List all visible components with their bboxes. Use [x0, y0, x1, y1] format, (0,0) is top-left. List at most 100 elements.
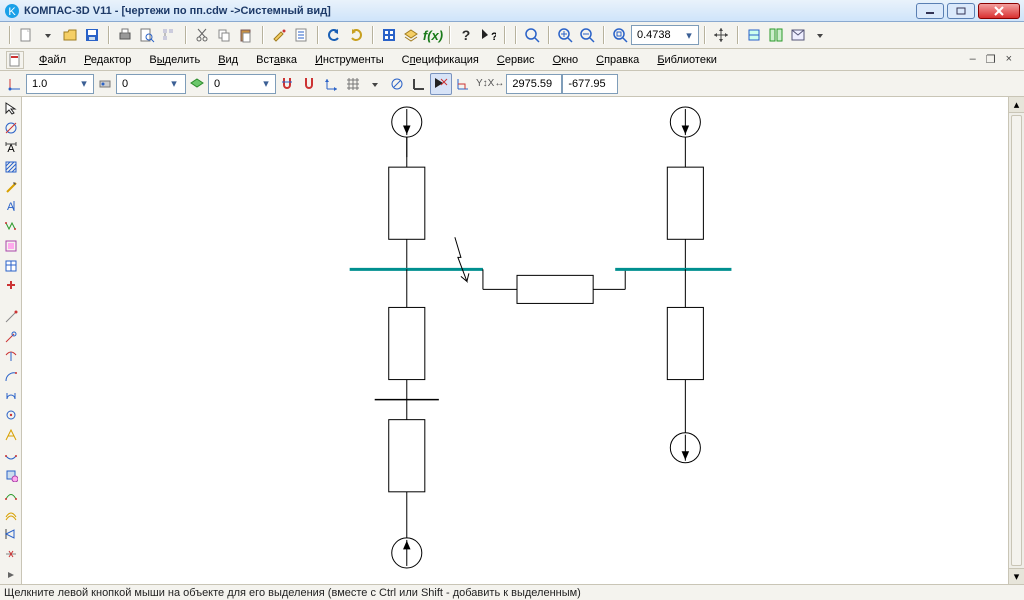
view-dropdown[interactable]	[809, 24, 831, 46]
zoom-dropdown-icon[interactable]: ▾	[683, 29, 695, 42]
scroll-up-button[interactable]: ▴	[1009, 97, 1024, 113]
region-icon[interactable]	[2, 466, 20, 484]
menu-help[interactable]: Справка	[587, 51, 648, 69]
mdi-close-button[interactable]: ×	[1006, 53, 1012, 66]
text-icon[interactable]	[2, 178, 20, 196]
library-manager-button[interactable]	[378, 24, 400, 46]
format-painter-button[interactable]	[268, 24, 290, 46]
menu-view[interactable]: Вид	[209, 51, 247, 69]
ortho-button[interactable]	[408, 73, 430, 95]
polygon-icon[interactable]	[2, 407, 20, 425]
print-button[interactable]	[114, 24, 136, 46]
view-settings-button[interactable]	[787, 24, 809, 46]
layer-input[interactable]: ▾	[208, 74, 276, 94]
menu-editor[interactable]: Редактор	[75, 51, 140, 69]
axis-icon[interactable]: A	[2, 198, 20, 216]
zoom-in-button[interactable]	[554, 24, 576, 46]
doc-icon[interactable]	[6, 51, 24, 69]
menu-spec[interactable]: Спецификация	[393, 51, 488, 69]
state-field[interactable]	[120, 77, 168, 91]
menu-insert[interactable]: Вставка	[247, 51, 306, 69]
new-doc-button[interactable]	[15, 24, 37, 46]
menu-window[interactable]: Окно	[544, 51, 588, 69]
rebuild-button[interactable]	[765, 24, 787, 46]
help-button[interactable]: ?	[455, 24, 477, 46]
vertical-scrollbar[interactable]: ▴ ▾	[1008, 97, 1024, 584]
coord-origin-button[interactable]	[4, 73, 26, 95]
zoom-window-button[interactable]	[521, 24, 543, 46]
copy-button[interactable]	[213, 24, 235, 46]
zoom-value-input[interactable]: ▾	[631, 25, 699, 45]
drawing-canvas[interactable]	[22, 97, 1008, 584]
save-button[interactable]	[81, 24, 103, 46]
properties-button[interactable]	[290, 24, 312, 46]
plus-icon[interactable]	[2, 276, 20, 294]
layer-icon-button[interactable]	[186, 73, 208, 95]
snap-toggle-2[interactable]	[298, 73, 320, 95]
layers-button[interactable]	[400, 24, 422, 46]
snap-icon[interactable]	[2, 308, 20, 326]
open-button[interactable]	[59, 24, 81, 46]
maximize-button[interactable]	[947, 3, 975, 19]
new-doc-dropdown[interactable]	[37, 24, 59, 46]
snap-toggle-1[interactable]	[276, 73, 298, 95]
curve-icon[interactable]	[2, 367, 20, 385]
minimize-button[interactable]	[916, 3, 944, 19]
geometry-icon[interactable]	[2, 119, 20, 137]
scroll-thumb[interactable]	[1011, 115, 1022, 566]
ellipse-icon[interactable]	[2, 446, 20, 464]
snap-active-button[interactable]	[430, 73, 452, 95]
macro-icon[interactable]	[2, 545, 20, 563]
menu-libraries[interactable]: Библиотеки	[648, 51, 726, 69]
arc-icon[interactable]	[2, 347, 20, 365]
frame-icon[interactable]	[2, 237, 20, 255]
dimension-icon[interactable]: A	[2, 138, 20, 156]
refresh-view-button[interactable]	[743, 24, 765, 46]
state-input[interactable]: ▾	[116, 74, 186, 94]
hatch-icon[interactable]	[2, 158, 20, 176]
zoom-value-field[interactable]	[635, 28, 683, 42]
mirror-icon[interactable]	[2, 525, 20, 543]
round-button[interactable]	[386, 73, 408, 95]
chevron-down-icon[interactable]: ▾	[78, 77, 90, 90]
mdi-minimize-button[interactable]: –	[970, 53, 976, 66]
expand-icon[interactable]	[2, 566, 20, 584]
menu-service[interactable]: Сервис	[488, 51, 544, 69]
state-button[interactable]	[94, 73, 116, 95]
layer-field[interactable]	[212, 77, 260, 91]
print-preview-button[interactable]	[136, 24, 158, 46]
multiline-icon[interactable]	[2, 217, 20, 235]
scroll-down-button[interactable]: ▾	[1009, 568, 1024, 584]
cut-button[interactable]	[191, 24, 213, 46]
redo-button[interactable]	[345, 24, 367, 46]
grid-button[interactable]	[342, 73, 364, 95]
scale-input[interactable]: ▾	[26, 74, 94, 94]
local-cs-button[interactable]	[320, 73, 342, 95]
spline-icon[interactable]	[2, 387, 20, 405]
coord-y-input[interactable]	[562, 74, 618, 94]
coord-y-field[interactable]	[566, 77, 614, 91]
coord-x-field[interactable]	[510, 77, 558, 91]
menu-tools[interactable]: Инструменты	[306, 51, 393, 69]
param-button[interactable]	[452, 73, 474, 95]
trim-icon[interactable]	[2, 485, 20, 503]
table-icon[interactable]	[2, 257, 20, 275]
menu-select[interactable]: Выделить	[140, 51, 209, 69]
context-help-button[interactable]: ?	[477, 24, 499, 46]
point-icon[interactable]	[2, 426, 20, 444]
paste-button[interactable]	[235, 24, 257, 46]
offset-icon[interactable]	[2, 505, 20, 523]
pan-button[interactable]	[710, 24, 732, 46]
chevron-down-icon[interactable]: ▾	[260, 77, 272, 90]
undo-button[interactable]	[323, 24, 345, 46]
grid-dropdown[interactable]	[364, 73, 386, 95]
cursor-icon[interactable]	[2, 99, 20, 117]
close-button[interactable]	[978, 3, 1020, 19]
zoom-out-button[interactable]	[576, 24, 598, 46]
mdi-restore-button[interactable]: ❐	[986, 53, 996, 66]
zoom-scale-button[interactable]	[609, 24, 631, 46]
coord-x-input[interactable]	[506, 74, 562, 94]
chevron-down-icon[interactable]: ▾	[168, 77, 180, 90]
scale-field[interactable]	[30, 77, 78, 91]
variables-button[interactable]: f(x)	[422, 24, 444, 46]
